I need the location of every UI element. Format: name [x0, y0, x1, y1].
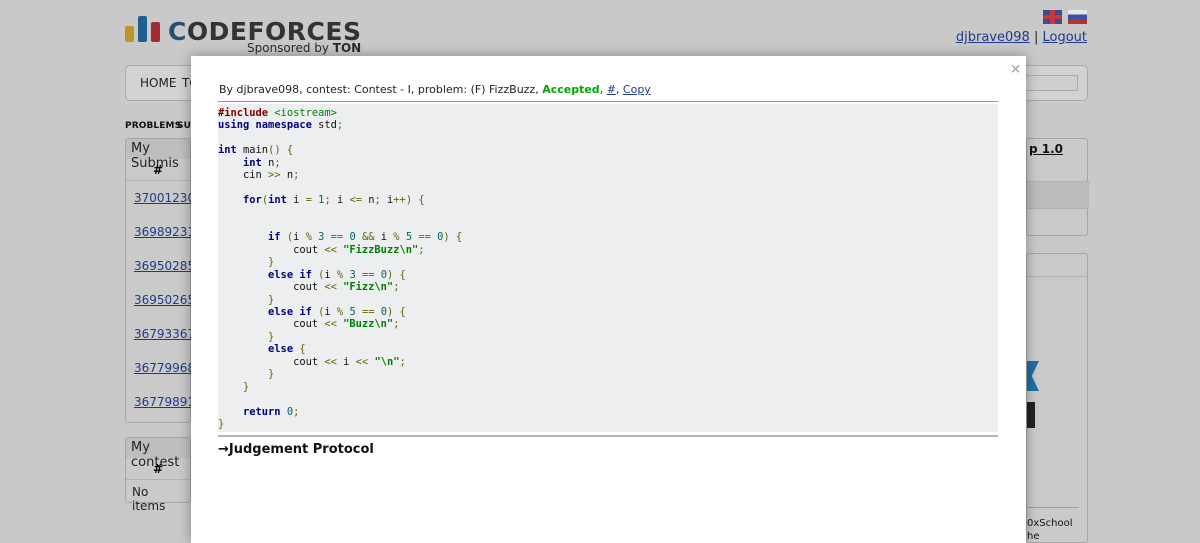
divider	[1027, 276, 1089, 277]
my-contests-panel: My contest # No items	[125, 437, 191, 513]
russia-flag-icon[interactable]	[1068, 10, 1087, 24]
username-link[interactable]: djbrave098	[956, 30, 1030, 45]
code-line: cout << "Buzz\n";	[218, 318, 400, 331]
judgement-protocol-link[interactable]: →Judgement Protocol	[218, 442, 374, 457]
code-line: }	[243, 380, 250, 393]
menu-home[interactable]: HOME	[140, 76, 176, 90]
code-line: int main() {	[218, 144, 294, 157]
divider	[1027, 208, 1089, 209]
logout-link[interactable]: Logout	[1042, 30, 1087, 45]
right-panel-row	[1027, 182, 1089, 208]
right-panel-title[interactable]: p 1.0	[1029, 142, 1063, 156]
promo-logo-dark-shape	[1027, 402, 1035, 428]
code-line: }	[268, 330, 275, 343]
code-line: }	[268, 256, 275, 269]
source-code-block[interactable]: #include <iostream> using namespace std; …	[218, 104, 998, 432]
divider	[218, 101, 998, 102]
copy-link[interactable]: Copy	[623, 83, 651, 96]
code-line: }	[268, 293, 275, 306]
codeforces-logo[interactable]: CODEFORCES Sponsored by TON	[125, 14, 365, 56]
logo-bars-icon	[125, 16, 161, 42]
code-line: using namespace std;	[218, 119, 344, 132]
table-row: 370012300	[126, 181, 203, 215]
table-row: 367798910	[126, 385, 203, 419]
right-sidebar-panel: p 1.0	[1026, 138, 1089, 236]
submission-source-modal: × By djbrave098, contest: Contest - I, p…	[191, 56, 1026, 543]
second-level-menu: PROBLEMS SUB	[125, 121, 198, 131]
my-submissions-panel: My Submis # 370012300 369892310 36950285…	[125, 138, 203, 423]
promo-logo-blue-shape	[1027, 361, 1039, 391]
no-items-text: No items	[132, 485, 166, 513]
promo-text: 0xSchool	[1027, 518, 1073, 529]
arrow-right-icon: →	[218, 442, 229, 457]
submission-info: By djbrave098, contest: Contest - I, pro…	[219, 83, 651, 96]
code-line: return 0;	[243, 405, 300, 418]
table-row: 369892310	[126, 215, 203, 249]
search-input[interactable]	[1020, 75, 1078, 91]
promo-text: he	[1027, 531, 1040, 542]
info-separator: ,	[615, 83, 623, 96]
divider	[1027, 507, 1079, 508]
table-row: 369502850	[126, 249, 203, 283]
sponsor-text: Sponsored by TON	[247, 41, 362, 55]
code-line: #include <iostream>	[218, 107, 337, 119]
code-line: }	[218, 417, 225, 430]
info-separator: ,	[599, 83, 607, 96]
code-line: cout << i << "\n";	[218, 355, 406, 368]
right-sidebar-promo: 0xSchool he	[1026, 253, 1089, 543]
code-line: else if (i % 3 == 0) {	[268, 268, 406, 281]
code-line: for(int i = 1; i <= n; i++) {	[243, 194, 425, 207]
close-icon[interactable]: ×	[1010, 62, 1021, 77]
divider	[218, 435, 998, 437]
my-submissions-title: My Submis	[126, 139, 190, 171]
code-line: }	[268, 368, 275, 381]
code-line: else {	[268, 343, 306, 356]
code-line: else if (i % 5 == 0) {	[268, 306, 406, 318]
table-row: 367933675	[126, 317, 203, 351]
user-links: djbrave098 | Logout	[956, 30, 1087, 45]
user-links-separator: |	[1033, 30, 1039, 45]
code-line: cin >> n;	[218, 169, 300, 182]
code-line: cout << "FizzBuzz\n";	[218, 243, 425, 256]
code-line: if (i % 3 == 0 && i % 5 == 0) {	[268, 231, 463, 244]
table-row: 367799685	[126, 351, 203, 385]
verdict-accepted: Accepted	[542, 83, 600, 96]
submission-hash-link[interactable]: #	[607, 83, 616, 96]
my-contests-title: My contest	[126, 438, 190, 470]
menu-problems[interactable]: PROBLEMS	[125, 121, 181, 131]
language-flags	[1043, 10, 1088, 24]
uk-flag-icon[interactable]	[1043, 10, 1062, 24]
table-row: 369502657	[126, 283, 203, 317]
code-line: int n;	[243, 156, 281, 169]
judgement-protocol-label: Judgement Protocol	[228, 442, 374, 457]
submission-info-text: By djbrave098, contest: Contest - I, pro…	[219, 83, 543, 96]
code-line: cout << "Fizz\n";	[218, 281, 400, 294]
